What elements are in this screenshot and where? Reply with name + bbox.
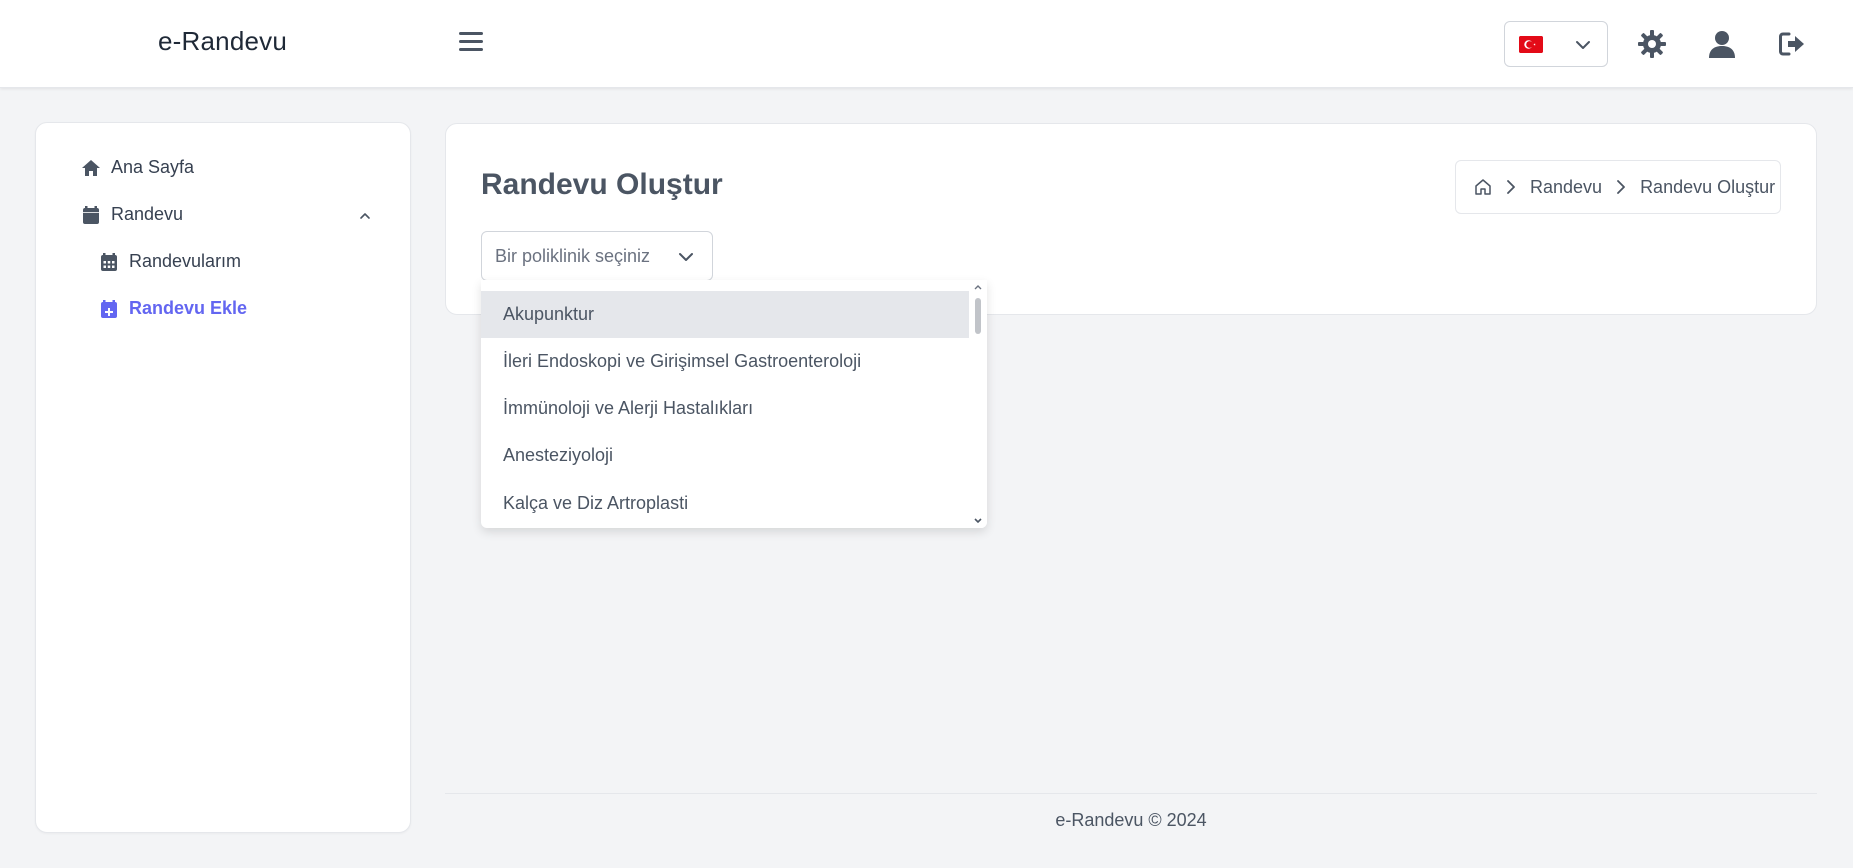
clinic-dropdown-list: Akupunktur İleri Endoskopi ve Girişimsel…: [481, 280, 987, 528]
calendar-icon: [83, 205, 99, 224]
settings-icon[interactable]: [1636, 28, 1668, 60]
chevron-right-icon: [1617, 180, 1625, 194]
sidebar-item-label: Randevu: [111, 204, 184, 224]
user-icon[interactable]: [1706, 28, 1738, 60]
sidebar-item-add-appointment[interactable]: Randevu Ekle: [99, 298, 247, 319]
breadcrumb-current: Randevu Oluştur: [1640, 176, 1776, 197]
clinic-select-placeholder: Bir poliklinik seçiniz: [495, 246, 651, 266]
footer-divider: [445, 793, 1817, 794]
footer-text: e-Randevu © 2024: [1055, 810, 1207, 830]
home-icon: [82, 159, 100, 176]
sidebar-item-appointment[interactable]: Randevu: [81, 204, 371, 225]
dropdown-option[interactable]: Anesteziyoloji: [481, 432, 969, 479]
breadcrumb: Randevu Randevu Oluştur: [1455, 160, 1781, 214]
logout-icon[interactable]: [1776, 28, 1808, 60]
sidebar-item-label: Ana Sayfa: [111, 157, 195, 177]
calendar-plus-icon: [101, 299, 117, 318]
chevron-up-icon: [360, 213, 370, 219]
sidebar-item-my-appointments[interactable]: Randevularım: [99, 251, 241, 272]
sidebar: Ana Sayfa Randevu Randevularım Randevu E…: [35, 122, 411, 833]
calendar-days-icon: [101, 252, 117, 271]
sidebar-item-label: Randevularım: [129, 251, 242, 271]
home-outline-icon[interactable]: [1474, 178, 1492, 196]
page-title: Randevu Oluştur: [481, 168, 723, 201]
chevron-down-icon: [1576, 41, 1590, 49]
menu-icon[interactable]: [459, 30, 483, 54]
dropdown-option[interactable]: Kalça ve Diz Artroplasti: [481, 480, 969, 527]
dropdown-option[interactable]: İleri Endoskopi ve Girişimsel Gastroente…: [481, 338, 969, 385]
breadcrumb-item[interactable]: Randevu: [1530, 177, 1602, 198]
dropdown-scrollbar[interactable]: [969, 280, 987, 528]
language-select[interactable]: [1504, 21, 1608, 67]
dropdown-option[interactable]: Akupunktur: [481, 291, 969, 338]
dropdown-option[interactable]: İmmünoloji ve Alerji Hastalıkları: [481, 385, 969, 432]
chevron-right-icon: [1507, 180, 1515, 194]
scroll-down-icon[interactable]: [973, 516, 983, 526]
scrollbar-thumb[interactable]: [975, 298, 981, 334]
scroll-up-icon[interactable]: [973, 282, 983, 292]
sidebar-item-home[interactable]: Ana Sayfa: [81, 157, 194, 178]
top-navbar: e-Randevu: [0, 0, 1853, 88]
sidebar-item-label: Randevu Ekle: [129, 298, 248, 318]
chevron-down-icon: [679, 253, 693, 261]
clinic-select[interactable]: Bir poliklinik seçiniz: [481, 231, 713, 281]
turkey-flag-icon: [1519, 36, 1543, 53]
brand-title: e-Randevu: [158, 26, 287, 56]
